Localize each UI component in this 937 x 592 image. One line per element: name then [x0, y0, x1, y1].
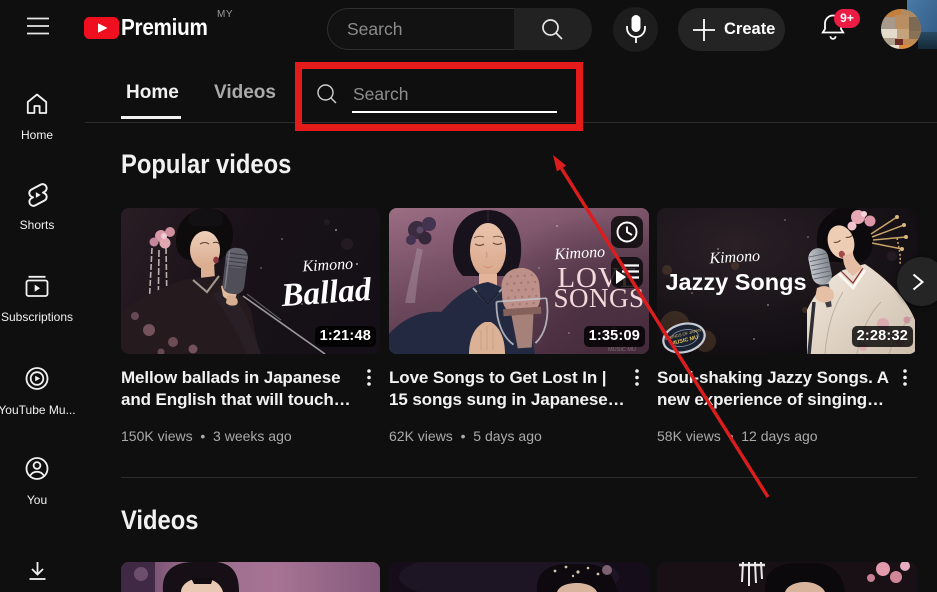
svg-text:Kimono: Kimono	[708, 248, 760, 268]
svg-text:Kimono: Kimono	[301, 256, 353, 276]
svg-text:Ballad: Ballad	[279, 272, 373, 314]
svg-text:Kimono: Kimono	[553, 244, 605, 264]
svg-text:Jazzy Songs: Jazzy Songs	[665, 269, 806, 295]
svg-text:MUSIC MU: MUSIC MU	[608, 347, 636, 353]
